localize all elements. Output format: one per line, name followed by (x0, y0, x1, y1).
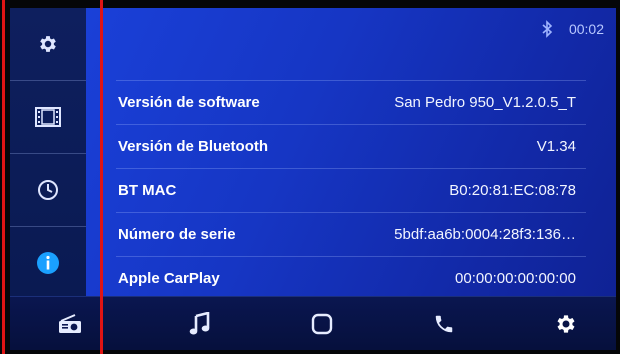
sidebar-item-settings[interactable] (10, 8, 86, 80)
info-value: B0:20:81:EC:08:78 (449, 182, 576, 199)
status-bar: 00:02 (541, 20, 604, 38)
info-row-serial-number: Número de serie 5bdf:aa6b:0004:28f3:136… (116, 212, 586, 256)
tab-settings[interactable] (526, 297, 606, 350)
info-row-bt-mac: BT MAC B0:20:81:EC:08:78 (116, 168, 586, 212)
gear-icon (40, 36, 56, 52)
info-label: Apple CarPlay (118, 270, 220, 287)
clock-time: 00:02 (568, 21, 604, 37)
clock-icon (38, 180, 58, 200)
tab-music[interactable] (160, 297, 240, 350)
phone-icon (435, 315, 453, 333)
info-label: Versión de software (118, 94, 260, 111)
info-label: Número de serie (118, 226, 236, 243)
info-value: V1.34 (536, 138, 576, 155)
info-row-software-version: Versión de software San Pedro 950_V1.2.0… (116, 80, 586, 124)
info-list: Versión de software San Pedro 950_V1.2.0… (116, 80, 586, 300)
music-note-icon (189, 312, 210, 335)
annotation-line-left (2, 0, 5, 354)
device-frame: 00:02 Versión de software San Pedro 950_… (0, 0, 620, 354)
tab-radio[interactable] (30, 297, 110, 350)
settings-sidebar (10, 8, 86, 296)
info-label: Versión de Bluetooth (118, 138, 269, 155)
system-info-panel: 00:02 Versión de software San Pedro 950_… (86, 8, 616, 296)
sidebar-item-clock[interactable] (10, 154, 86, 226)
home-icon (311, 313, 333, 335)
film-icon (35, 107, 61, 127)
info-value: 5bdf:aa6b:0004:28f3:136… (394, 226, 576, 243)
tab-home[interactable] (282, 297, 362, 350)
annotation-line-right (100, 0, 103, 354)
info-label: BT MAC (118, 182, 177, 199)
radio-icon (59, 314, 81, 333)
info-row-apple-carplay: Apple CarPlay 00:00:00:00:00:00 (116, 256, 586, 300)
info-value: 00:00:00:00:00:00 (455, 270, 576, 287)
sidebar-item-video[interactable] (10, 81, 86, 153)
sidebar-item-info[interactable] (10, 227, 86, 299)
settings-icon (557, 315, 575, 333)
info-value: San Pedro 950_V1.2.0.5_T (394, 94, 576, 111)
tab-phone[interactable] (404, 297, 484, 350)
info-icon (37, 252, 59, 274)
info-row-bluetooth-version: Versión de Bluetooth V1.34 (116, 124, 586, 168)
bluetooth-icon (542, 20, 553, 38)
